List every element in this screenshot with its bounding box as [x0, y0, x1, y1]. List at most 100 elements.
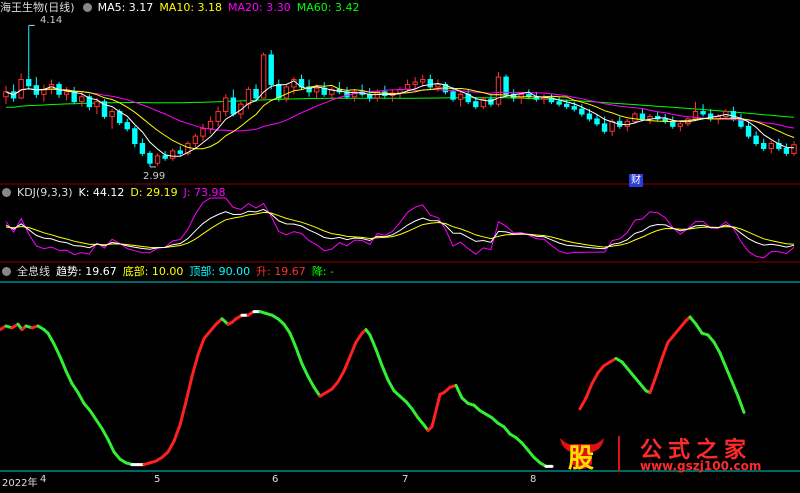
trend-segment — [342, 355, 352, 373]
kdj-panel-header: KDJ(9,3,3) K: 44.12 D: 29.19 J: 73.98 — [0, 185, 226, 199]
trend-segment — [52, 342, 62, 359]
candle-body — [283, 86, 290, 99]
trend-b-segment — [736, 394, 746, 414]
trend-segment — [300, 362, 310, 378]
trend-segment — [380, 364, 390, 382]
candle-body — [109, 111, 115, 117]
trend-segment — [434, 392, 442, 413]
finance-report-marker[interactable]: 财 — [629, 174, 643, 187]
candle-body — [94, 101, 100, 108]
d-label: D: 29.19 — [130, 185, 178, 199]
candle-body — [132, 128, 138, 145]
trend-segment — [172, 423, 182, 443]
kdj-k-line — [5, 208, 795, 250]
candle-body — [518, 93, 524, 99]
candle-body — [276, 83, 282, 99]
candle-body — [677, 123, 684, 127]
trend-segment — [106, 437, 116, 454]
trend-segment — [76, 391, 86, 405]
candle-body — [579, 108, 585, 115]
trend-segment — [312, 385, 322, 398]
candle-body — [18, 79, 24, 99]
chart-canvas[interactable] — [0, 0, 800, 489]
trend-segment — [430, 409, 438, 429]
candle-body — [63, 91, 70, 95]
hologram-settings-circle-icon[interactable] — [2, 266, 11, 276]
high-price-label: 4.14 — [40, 15, 63, 26]
candle-body — [200, 128, 206, 137]
candle-body — [753, 135, 759, 145]
kdj-lines — [5, 197, 795, 259]
trend-segment — [58, 355, 68, 373]
candle-body — [253, 88, 259, 99]
trend-b-segment — [578, 396, 588, 411]
trend-segment — [46, 331, 56, 346]
trend-segment — [184, 374, 194, 404]
candle-body — [571, 106, 577, 110]
trend-segment — [94, 418, 104, 431]
trend-segment — [336, 369, 346, 384]
candlestick-series[interactable] — [3, 24, 797, 168]
main-panel-title: 海王生物(日线) — [0, 1, 75, 14]
trend-b-segment — [718, 351, 728, 369]
trend-segment — [100, 427, 110, 441]
candle-body — [223, 97, 229, 113]
trend-b-segment — [724, 365, 734, 384]
candle-body — [632, 113, 638, 122]
watermark-url: www.gszj100.com — [640, 459, 762, 473]
j-label: J: 73.98 — [183, 185, 226, 199]
candle-body — [670, 120, 676, 127]
ma5-label: MA5: 3.17 — [97, 0, 154, 14]
trend-label: 趋势: 19.67 — [56, 265, 117, 278]
date-label-2022: 2022年 — [2, 478, 38, 489]
trend-b-segment — [590, 371, 600, 386]
settings-circle-icon[interactable] — [82, 2, 92, 12]
candle-body — [139, 143, 146, 154]
date-label-jun: 6 — [272, 474, 279, 485]
trend-b-segment — [584, 382, 594, 400]
candle-body — [435, 83, 441, 88]
date-label-aug: 8 — [530, 474, 537, 485]
trend-segment — [374, 347, 384, 368]
candle-body — [420, 79, 426, 83]
kdj-title: KDJ(9,3,3) — [17, 185, 73, 199]
trend-b-segment — [648, 374, 658, 395]
watermark-logo-glyph: 股 — [568, 444, 595, 474]
candle-body — [745, 125, 752, 137]
trend-segment — [166, 439, 176, 454]
k-label: K: 44.12 — [78, 185, 125, 199]
candle-body — [162, 155, 168, 159]
kdj-settings-circle-icon[interactable] — [2, 187, 11, 197]
trend-segment — [288, 331, 298, 350]
candle-body — [760, 143, 767, 149]
trend-b-segment — [730, 380, 740, 398]
trend-segment — [354, 331, 364, 344]
trend-segment — [410, 407, 420, 420]
trend-segment — [70, 382, 80, 395]
bottom-label: 底部: 10.00 — [122, 265, 184, 278]
hologram-panel-header: 全息线 趋势: 19.67 底部: 10.00 顶部: 90.00 升: 19.… — [0, 264, 334, 278]
candle-body — [147, 152, 153, 164]
trend-segment — [306, 374, 316, 389]
trend-segment — [178, 400, 188, 427]
watermark: 股 公式之家 www.gszj100.com — [556, 432, 798, 476]
candle-body — [601, 123, 608, 132]
candle-body — [586, 113, 593, 120]
candle-body — [245, 88, 252, 105]
trend-b-segment — [660, 340, 670, 360]
candle-body — [177, 150, 183, 154]
date-label-may: 5 — [154, 474, 161, 485]
trend-segment — [368, 333, 378, 351]
candle-body — [412, 81, 418, 85]
ma10-label: MA10: 3.18 — [159, 0, 223, 14]
candle-body — [230, 97, 237, 115]
trend-b-segment — [712, 340, 722, 355]
stock-chart-window: 海王生物(日线) MA5: 3.17 MA10: 3.18 MA20: 3.30… — [0, 0, 800, 489]
kdj-j-line — [5, 197, 795, 259]
candle-body — [457, 93, 464, 100]
trend-segment — [454, 383, 464, 400]
candle-body — [71, 91, 77, 103]
rise-label: 升: 19.67 — [256, 265, 306, 278]
candle-body — [473, 101, 479, 108]
candle-body — [450, 91, 456, 100]
